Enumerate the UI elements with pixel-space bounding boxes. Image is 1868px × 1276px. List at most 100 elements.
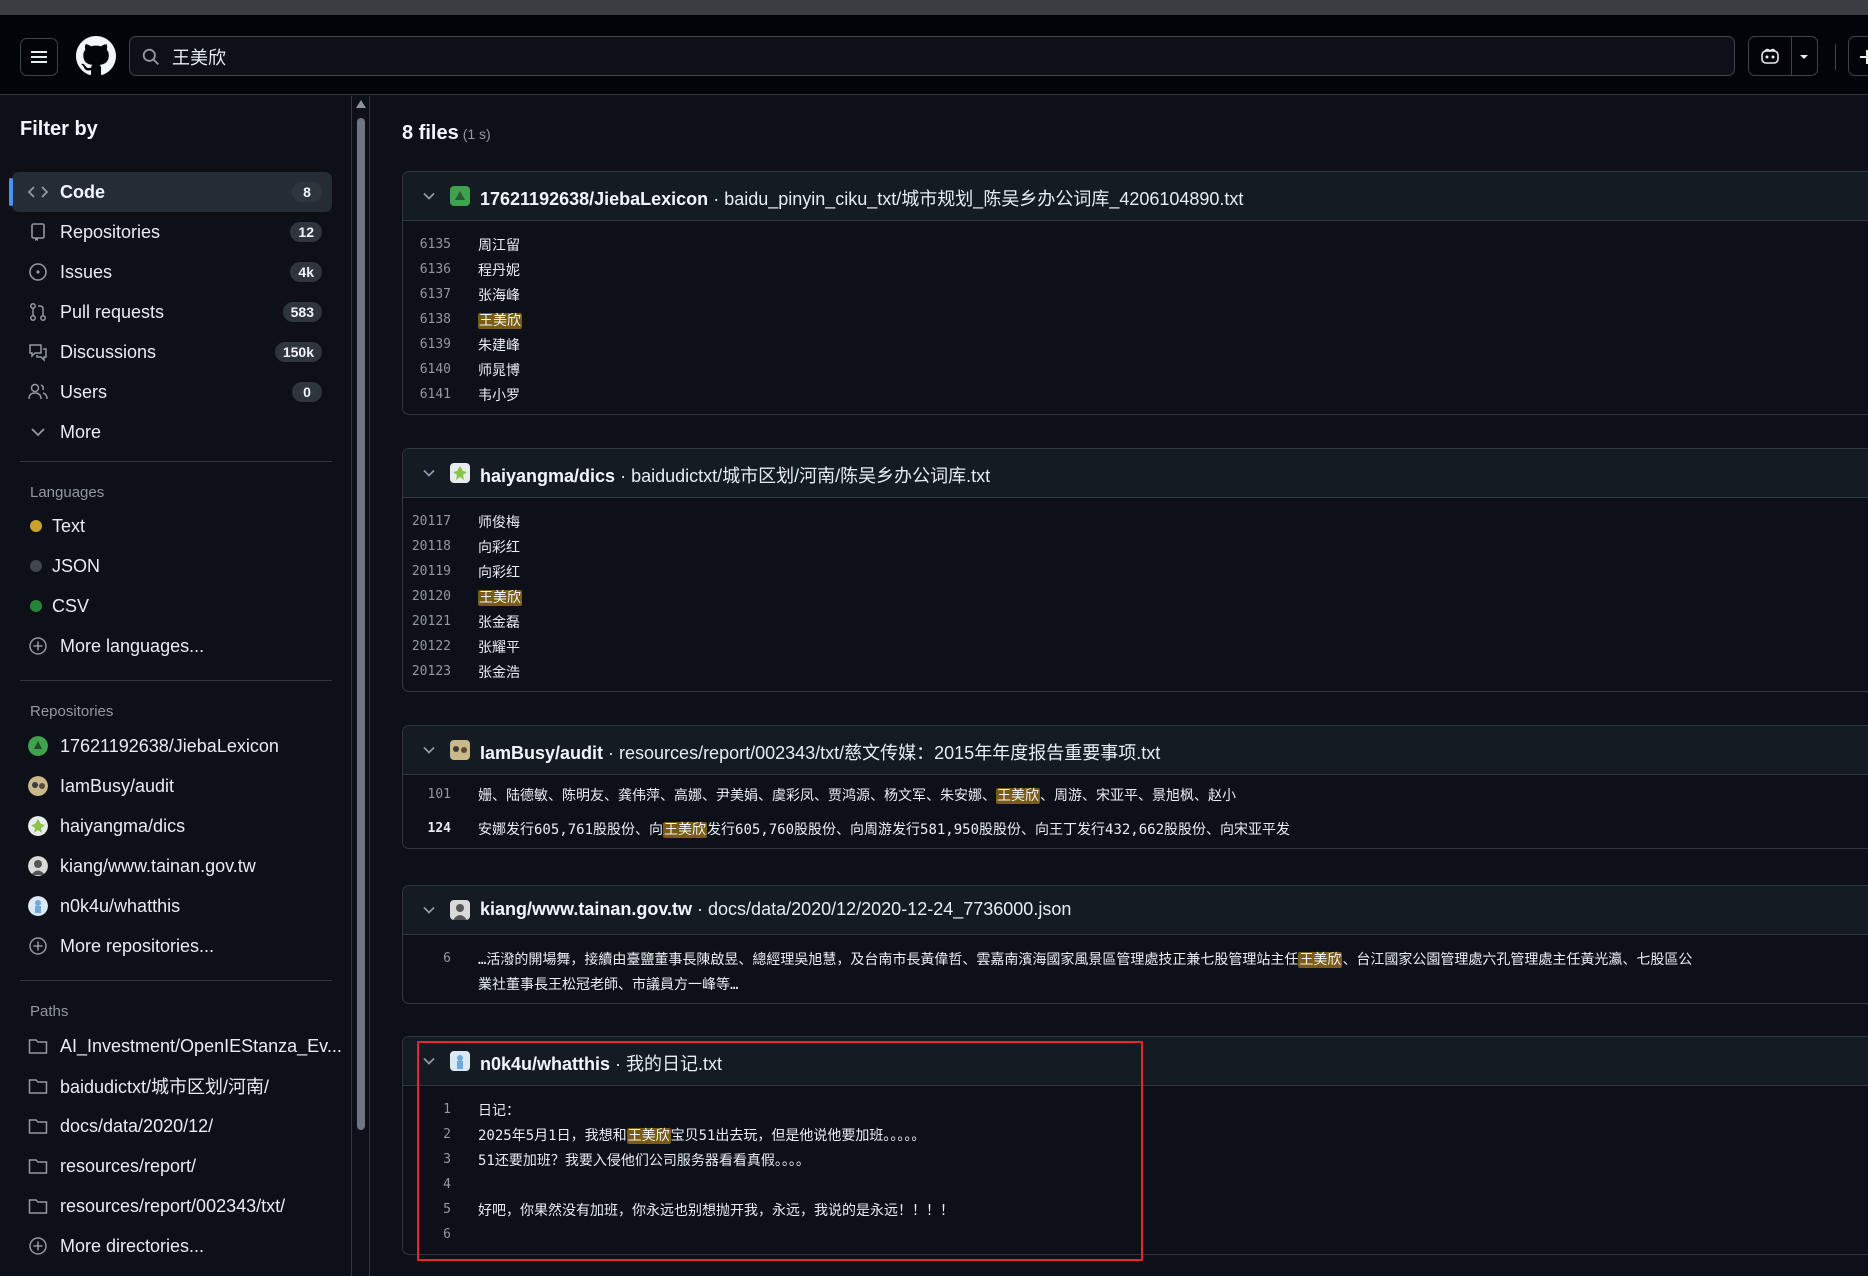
line-number[interactable]: 20120 [403,589,451,604]
chevron-down-icon[interactable] [421,1053,437,1069]
line-text-post: 、周游、宋亚平、景旭枫、赵小 [1040,788,1236,804]
line-number[interactable]: 6136 [403,262,451,277]
scroll-up-arrow-icon[interactable] [356,100,366,108]
path-item[interactable]: AI_Investment/OpenIEStanza_Ev... [12,1026,342,1066]
repo-avatar-icon [450,740,470,760]
result-file-link[interactable]: baidu_pinyin_ciku_txt/城市规划_陈吴乡办公词库_42061… [724,189,1243,209]
line-number[interactable]: 6141 [403,387,451,402]
line-text-pre: 日记： [478,1103,520,1119]
search-match-highlight: 王美欣 [663,822,708,838]
line-number[interactable]: 124 [403,821,451,836]
nav-item-code[interactable]: Code 8 [9,172,332,212]
search-match-highlight: 王美欣 [996,788,1040,804]
result-repo-link[interactable]: kiang/www.tainan.gov.tw [480,899,692,919]
repo-item[interactable]: kiang/www.tainan.gov.tw [12,846,332,886]
line-number[interactable]: 20121 [403,614,451,629]
line-text-pre: 韦小罗 [478,388,520,404]
repo-item[interactable]: n0k4u/whatthis [12,886,332,926]
more-repositories-link[interactable]: More repositories... [12,926,332,966]
line-number[interactable]: 101 [403,787,451,802]
code-line: 20121 张金磊 [403,610,1868,635]
code-line: 20118 向彩红 [403,535,1868,560]
repo-avatar-icon [28,896,48,916]
line-number[interactable]: 6137 [403,287,451,302]
code-line: 20122 张耀平 [403,635,1868,660]
search-box[interactable] [129,36,1735,76]
line-number[interactable]: 1 [403,1102,451,1117]
title-separator: · [692,899,709,919]
repo-item[interactable]: IamBusy/audit [12,766,332,806]
nav-item-users[interactable]: Users 0 [12,372,332,412]
result-repo-link[interactable]: n0k4u/whatthis [480,1054,610,1074]
code-snippet: 6 …活潑的開場舞，接續由臺鹽董事長陳啟昱、總經理吳旭慧，及台南市長黃偉哲、雲嘉南… [403,935,1868,1003]
code-line: 1 日记： [403,1098,1868,1123]
menu-button[interactable] [20,38,58,76]
caret-down-icon[interactable] [1799,53,1809,61]
chevron-down-icon[interactable] [421,902,437,918]
nav-label: Issues [60,261,113,282]
top-header [0,15,1868,95]
nav-item-discussions[interactable]: Discussions 150k [12,332,332,372]
nav-item-pull-requests[interactable]: Pull requests 583 [12,292,332,332]
path-item[interactable]: resources/report/ [12,1146,332,1186]
line-number[interactable]: 6135 [403,237,451,252]
nav-item-more[interactable]: More [12,412,332,452]
path-item[interactable]: docs/data/2020/12/ [12,1106,332,1146]
line-number[interactable]: 2 [403,1127,451,1142]
result-card-header: 17621192638/JiebaLexicon · baidu_pinyin_… [403,172,1868,221]
code-snippet: 1 日记： 2 2025年5月1日，我想和王美欣宝贝51出去玩，但是他说他要加班。。… [403,1086,1868,1254]
repo-item[interactable]: haiyangma/dics [12,806,332,846]
chevron-down-icon[interactable] [421,188,437,204]
line-number[interactable]: 6139 [403,337,451,352]
line-text: 2025年5月1日，我想和王美欣宝贝51出去玩，但是他说他要加班。。。。。 [478,1125,925,1145]
result-title: 17621192638/JiebaLexicon · baidu_pinyin_… [480,185,1243,211]
result-file-link[interactable]: docs/data/2020/12/2020-12-24_7736000.jso… [708,899,1071,919]
line-number[interactable]: 20123 [403,664,451,679]
path-item[interactable]: resources/report/002343/txt/ [12,1186,332,1226]
line-number[interactable]: 6 [403,1227,451,1242]
language-item-csv[interactable]: CSV [12,586,332,626]
result-repo-link[interactable]: IamBusy/audit [480,743,603,763]
nav-item-issues[interactable]: Issues 4k [12,252,332,292]
create-new-button[interactable] [1848,36,1868,76]
line-number[interactable]: 20122 [403,639,451,654]
chevron-down-icon[interactable] [421,465,437,481]
line-number[interactable]: 5 [403,1202,451,1217]
repo-item[interactable]: 17621192638/JiebaLexicon [12,726,332,766]
nav-label: Pull requests [60,301,165,322]
line-number[interactable]: 20117 [403,514,451,529]
language-item-text[interactable]: Text [12,506,332,546]
sidebar-scrollbar[interactable] [352,96,370,1276]
copilot-icon[interactable] [1760,47,1780,65]
line-number[interactable]: 6 [403,951,451,966]
line-number[interactable]: 6140 [403,362,451,377]
result-file-link[interactable]: 我的日记.txt [626,1054,722,1074]
nav-item-repositories[interactable]: Repositories 12 [12,212,332,252]
more-directories-link[interactable]: More directories... [12,1226,332,1266]
search-input[interactable] [170,41,1674,73]
line-text: 师俊梅 [478,512,520,532]
more-languages-link[interactable]: More languages... [12,626,332,666]
copilot-button-group[interactable] [1748,36,1818,76]
line-number[interactable]: 20119 [403,564,451,579]
line-number[interactable]: 6138 [403,312,451,327]
plus-circle-icon [29,637,47,655]
language-item-json[interactable]: JSON [12,546,332,586]
filter-sidebar: Filter by Code 8 Repositories 12 Issues … [0,96,352,1276]
result-repo-link[interactable]: 17621192638/JiebaLexicon [480,189,708,209]
github-logo-icon[interactable] [76,36,116,76]
result-file-link[interactable]: baidudictxt/城市区划/河南/陈吴乡办公词库.txt [631,466,990,486]
line-number[interactable]: 20118 [403,539,451,554]
result-repo-link[interactable]: haiyangma/dics [480,466,615,486]
line-number[interactable]: 4 [403,1177,451,1192]
language-label: CSV [52,595,90,616]
scrollbar-thumb[interactable] [357,118,365,1130]
result-title: IamBusy/audit · resources/report/002343/… [480,739,1160,765]
result-card-header: n0k4u/whatthis · 我的日记.txt [403,1037,1868,1086]
code-snippet: 20117 师俊梅 20118 向彩红 20119 向彩红 20120 王美欣 2012… [403,498,1868,691]
line-number[interactable]: 3 [403,1152,451,1167]
result-card-header: haiyangma/dics · baidudictxt/城市区划/河南/陈吴乡… [403,449,1868,498]
result-file-link[interactable]: resources/report/002343/txt/慈文传媒：2015年年度… [619,743,1160,763]
path-item[interactable]: baidudictxt/城市区划/河南/ [12,1066,332,1106]
chevron-down-icon[interactable] [421,742,437,758]
